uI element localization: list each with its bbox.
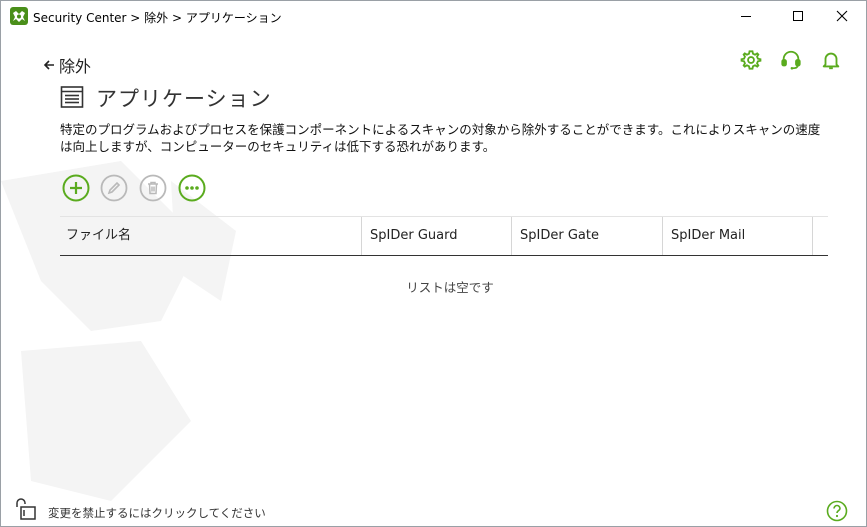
table-header: ファイル名 SpIDer Guard SpIDer Gate SpIDer Ma… <box>60 216 828 256</box>
column-header-spacer <box>813 217 828 255</box>
gear-icon <box>740 50 762 70</box>
settings-button[interactable] <box>739 48 763 72</box>
minimize-button[interactable] <box>723 1 769 31</box>
column-header-spider-gate[interactable]: SpIDer Gate <box>512 217 663 255</box>
window-title: Security Center > 除外 > アプリケーション <box>33 11 282 25</box>
more-icon <box>178 174 206 202</box>
add-button[interactable] <box>62 174 90 202</box>
close-icon <box>836 10 848 22</box>
plus-icon <box>62 174 90 202</box>
notifications-button[interactable] <box>819 48 843 72</box>
pencil-icon <box>100 174 128 202</box>
minimize-icon <box>741 16 751 17</box>
back-label: 除外 <box>59 57 92 76</box>
support-button[interactable] <box>779 48 803 72</box>
column-header-filename[interactable]: ファイル名 <box>60 217 362 255</box>
page-description: 特定のプログラムおよびプロセスを保護コンポーネントによるスキャンの対象から除外す… <box>60 122 821 154</box>
column-header-spider-guard[interactable]: SpIDer Guard <box>362 217 512 255</box>
maximize-button[interactable] <box>775 1 821 31</box>
drweb-logo-icon <box>10 7 28 25</box>
title-bar: Security Center > 除外 > アプリケーション <box>1 1 866 31</box>
close-button[interactable] <box>819 1 865 31</box>
empty-list-message: リストは空です <box>406 280 494 295</box>
more-button[interactable] <box>178 174 206 202</box>
app-window: Security Center > 除外 > アプリケーション 除外 アプリケー… <box>0 0 867 527</box>
trash-icon <box>139 174 167 202</box>
delete-button[interactable] <box>139 174 167 202</box>
column-header-spider-mail[interactable]: SpIDer Mail <box>663 217 813 255</box>
lock-settings-link[interactable]: 変更を禁止するにはクリックしてください <box>48 505 266 521</box>
maximize-icon <box>793 11 803 21</box>
arrow-left-icon <box>43 60 54 70</box>
page-title: アプリケーション <box>96 87 272 111</box>
unlock-icon[interactable] <box>14 497 38 521</box>
edit-button[interactable] <box>100 174 128 202</box>
back-link[interactable]: 除外 <box>43 53 91 77</box>
help-icon[interactable] <box>826 500 848 522</box>
application-window-icon <box>60 86 84 108</box>
bell-icon <box>822 52 840 70</box>
headset-icon <box>781 50 801 70</box>
